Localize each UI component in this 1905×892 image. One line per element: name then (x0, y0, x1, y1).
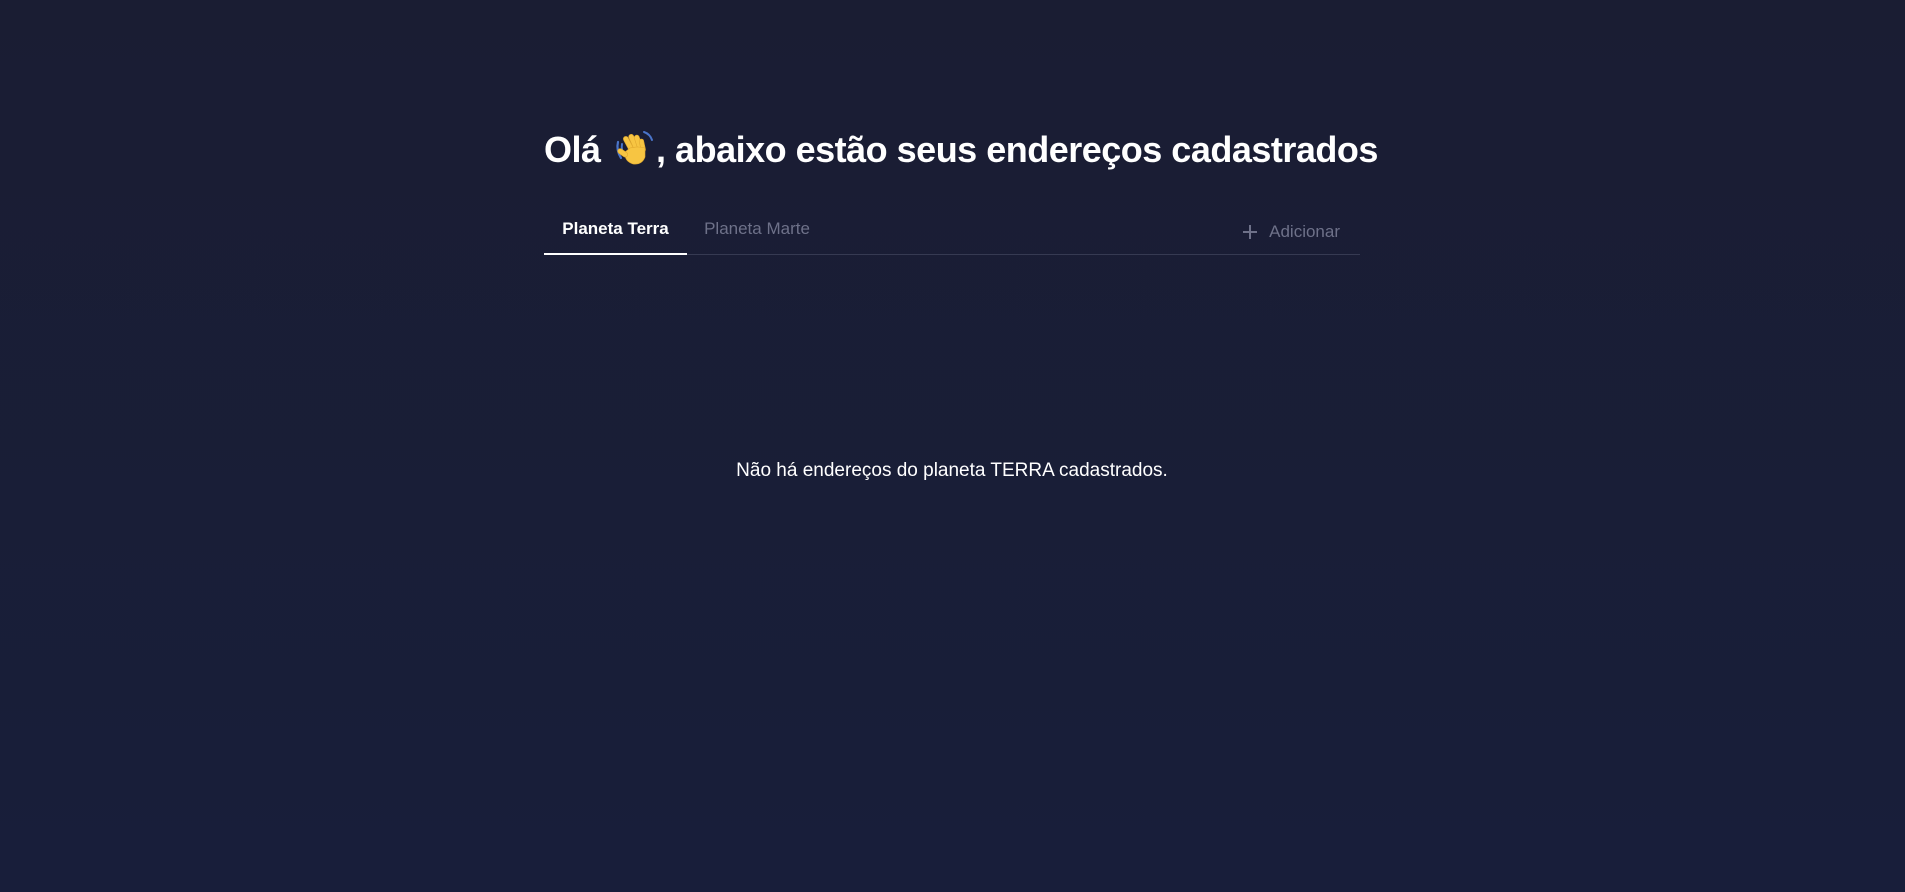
add-button-label: Adicionar (1269, 222, 1340, 241)
title-greeting: Olá (544, 129, 601, 170)
add-address-button[interactable]: Adicionar (1243, 214, 1340, 250)
tab-planeta-terra[interactable]: Planeta Terra (544, 208, 687, 255)
planet-tabs: Planeta Terra Planeta Marte Adicionar (544, 208, 1360, 255)
waving-hand-icon (614, 128, 654, 184)
page: { "header": { "title_prefix": "Olá", "ti… (0, 0, 1905, 892)
tab-label: Planeta Marte (704, 219, 810, 238)
empty-state-message: Não há endereços do planeta TERRA cadast… (736, 460, 1168, 481)
page-title: Olá , abaixo estão seus endereços cadast… (544, 122, 1378, 184)
plus-icon (1243, 225, 1258, 239)
tab-label: Planeta Terra (562, 219, 669, 238)
tab-planeta-marte[interactable]: Planeta Marte (687, 208, 827, 254)
title-text: , abaixo estão seus endereços cadastrado… (656, 129, 1378, 170)
